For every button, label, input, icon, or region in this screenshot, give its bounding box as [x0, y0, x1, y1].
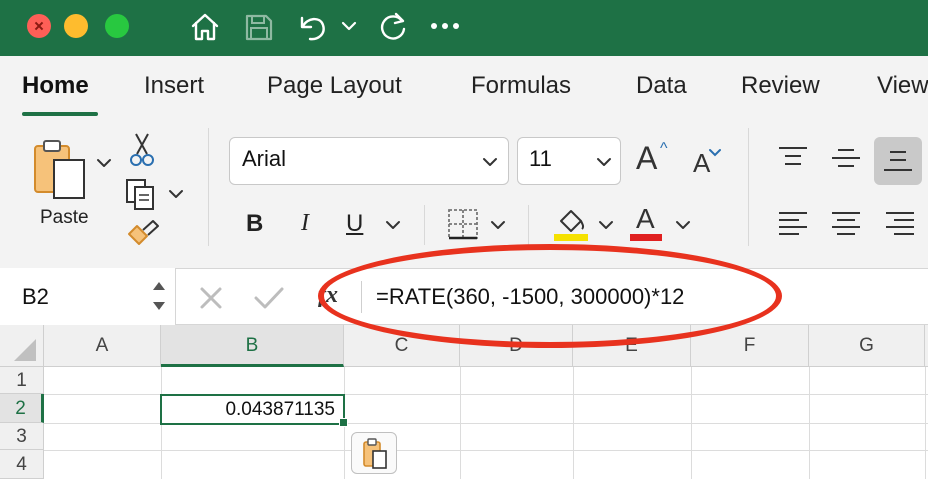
select-all-corner[interactable] — [0, 325, 44, 367]
column-header-e[interactable]: E — [573, 325, 691, 367]
format-painter-icon[interactable] — [125, 218, 161, 250]
copy-icon[interactable] — [124, 177, 158, 211]
font-name-dropdown[interactable]: Arial — [229, 137, 509, 185]
paste-label[interactable]: Paste — [40, 207, 89, 229]
save-icon[interactable] — [243, 10, 275, 44]
increase-font-size-button[interactable]: A — [636, 140, 657, 177]
home-icon[interactable] — [188, 10, 222, 44]
redo-icon[interactable] — [376, 10, 410, 44]
paste-options-icon — [363, 438, 387, 469]
chevron-down-icon — [483, 158, 497, 166]
select-all-icon — [14, 339, 36, 361]
align-bottom-button[interactable] — [874, 137, 922, 185]
tab-formulas[interactable]: Formulas — [471, 72, 571, 100]
italic-button[interactable]: I — [301, 210, 309, 237]
align-center-icon[interactable] — [830, 210, 862, 238]
column-header-d[interactable]: D — [460, 325, 573, 367]
active-tab-indicator — [22, 112, 98, 116]
decrease-font-size-button[interactable]: A — [693, 148, 710, 179]
ribbon-separator — [208, 128, 209, 246]
fill-color-icon[interactable] — [553, 204, 589, 242]
enter-icon[interactable] — [253, 285, 285, 311]
more-icon[interactable] — [429, 20, 463, 32]
bold-button[interactable]: B — [246, 210, 263, 238]
close-window-button[interactable] — [27, 14, 51, 38]
borders-dropdown-icon[interactable] — [490, 218, 506, 232]
tab-insert[interactable]: Insert — [144, 72, 204, 100]
insert-function-button[interactable]: fx — [318, 282, 338, 309]
borders-icon[interactable] — [446, 207, 480, 241]
font-size-value: 11 — [529, 146, 552, 171]
fill-color-swatch — [554, 234, 588, 241]
name-box-value: B2 — [22, 284, 49, 309]
fill-handle[interactable] — [339, 418, 348, 427]
align-top-icon[interactable] — [777, 145, 809, 171]
caret-up-icon: ^ — [660, 140, 668, 157]
align-left-icon[interactable] — [777, 210, 809, 238]
ribbon-separator — [748, 128, 749, 246]
align-bottom-icon — [884, 151, 912, 171]
ribbon-separator — [528, 205, 529, 245]
fill-color-dropdown-icon[interactable] — [598, 218, 614, 232]
tab-page-layout[interactable]: Page Layout — [267, 72, 402, 100]
formula-divider — [361, 281, 362, 313]
column-header-b[interactable]: B — [161, 325, 344, 367]
align-right-icon[interactable] — [884, 210, 916, 238]
formula-input[interactable]: =RATE(360, -1500, 300000)*12 — [376, 284, 684, 310]
chevron-down-icon — [597, 158, 611, 166]
paste-options-button[interactable] — [351, 432, 397, 474]
row-header-1[interactable]: 1 — [0, 367, 44, 394]
title-bar — [0, 0, 928, 56]
row-header-2[interactable]: 2 — [0, 394, 44, 423]
column-header-f[interactable]: F — [691, 325, 809, 367]
cell-b2-value: 0.043871135 — [225, 399, 335, 420]
minimize-window-button[interactable] — [64, 14, 88, 38]
gridline — [44, 450, 928, 451]
column-header-g[interactable]: G — [809, 325, 925, 367]
font-color-swatch — [630, 234, 662, 241]
font-color-dropdown-icon[interactable] — [675, 218, 691, 232]
copy-dropdown-icon[interactable] — [168, 187, 184, 201]
undo-icon[interactable] — [296, 10, 332, 44]
underline-button[interactable]: U — [346, 210, 363, 238]
cancel-icon[interactable] — [198, 285, 224, 311]
column-header-c[interactable]: C — [344, 325, 460, 367]
cell-b2[interactable]: 0.043871135 — [160, 394, 345, 425]
font-size-dropdown[interactable]: 11 — [517, 137, 621, 185]
row-header-4[interactable]: 4 — [0, 450, 44, 479]
font-color-button[interactable]: A — [636, 203, 655, 235]
cut-icon[interactable] — [128, 132, 156, 168]
tab-view[interactable]: View — [877, 72, 928, 100]
tab-home[interactable]: Home — [22, 72, 89, 100]
zoom-window-button[interactable] — [105, 14, 129, 38]
paste-icon[interactable] — [32, 138, 92, 202]
tab-review[interactable]: Review — [741, 72, 820, 100]
column-header-a[interactable]: A — [44, 325, 161, 367]
paste-dropdown-icon[interactable] — [96, 156, 112, 170]
row-header-3[interactable]: 3 — [0, 423, 44, 450]
ribbon-separator — [424, 205, 425, 245]
undo-dropdown-icon[interactable] — [339, 16, 359, 36]
caret-down-icon — [709, 149, 721, 157]
align-middle-icon[interactable] — [830, 145, 862, 171]
name-box-stepper-icon[interactable] — [150, 277, 168, 315]
font-name-value: Arial — [242, 146, 287, 171]
underline-dropdown-icon[interactable] — [385, 218, 401, 232]
tab-data[interactable]: Data — [636, 72, 687, 100]
